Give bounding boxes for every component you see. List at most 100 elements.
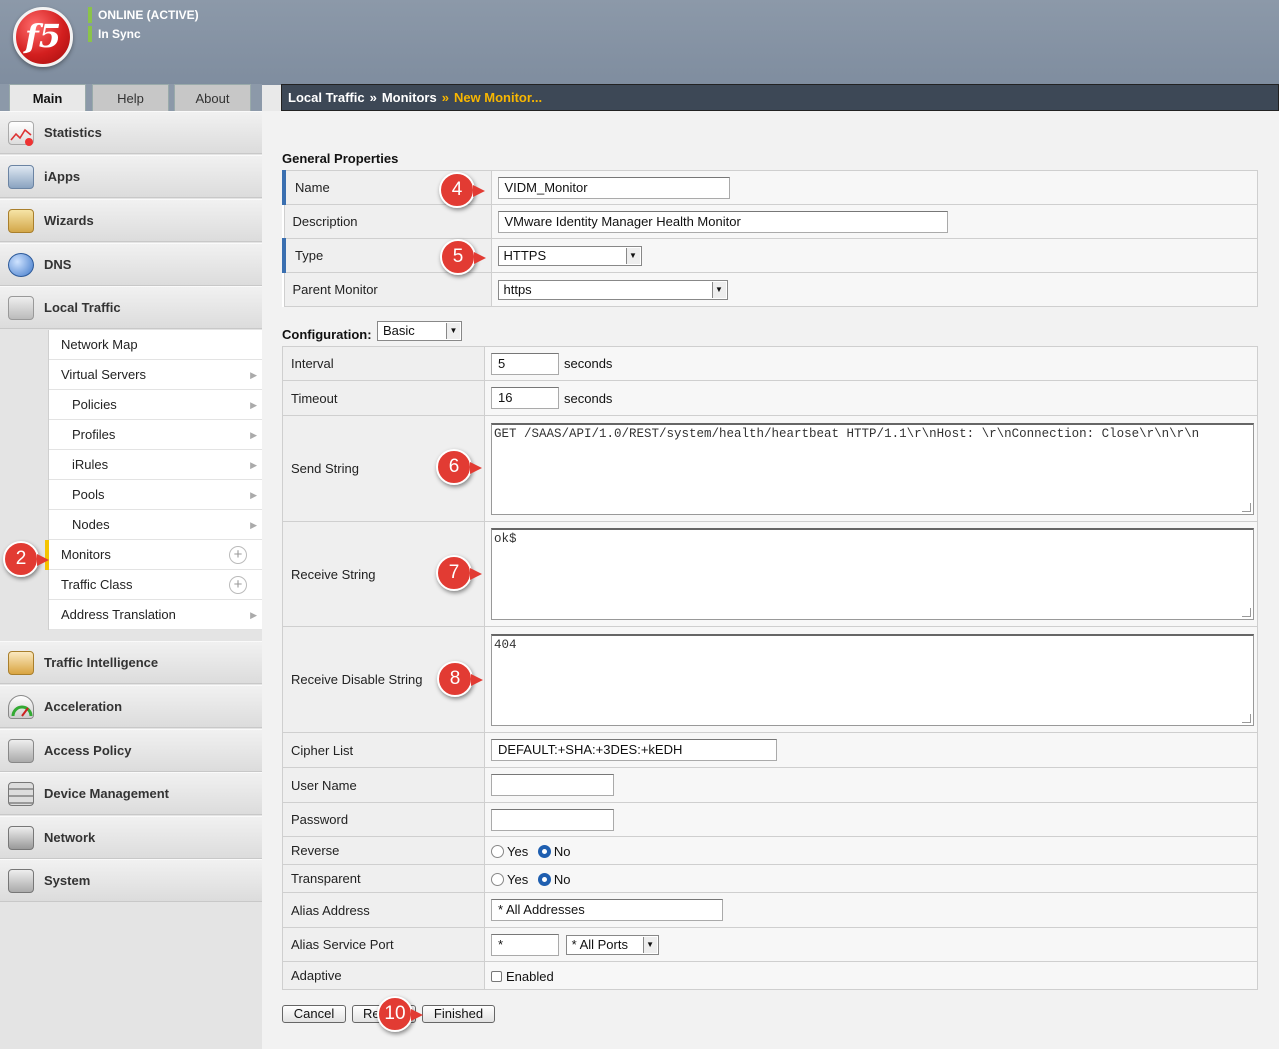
alias-port-input[interactable]: * [491,933,559,956]
username-input[interactable] [491,774,614,796]
type-select[interactable]: HTTPS ▼ [497,245,642,266]
cancel-button[interactable]: Cancel [282,1005,346,1023]
sidebar-item-acceleration[interactable]: Acceleration [0,685,262,728]
sidebar: Statistics iApps Wizards DNS Local Traff… [0,111,263,1049]
sidebar-item-system[interactable]: System [0,859,262,902]
sidebar-item-access-policy[interactable]: Access Policy [0,729,262,772]
callout-marker: 5 [440,239,486,275]
parent-monitor-label: Parent Monitor [283,272,492,307]
configuration-title: Configuration: [282,327,372,342]
configuration-table: Interval 5 seconds Timeout 16 seconds Send… [282,346,1258,990]
timeout-input[interactable]: 16 [491,387,559,409]
breadcrumb-local-traffic[interactable]: Local Traffic [288,90,365,105]
dns-globe-icon [8,253,34,277]
chevron-right-icon: ▶ [250,610,257,620]
interval-input[interactable]: 5 [491,352,559,375]
f5-logo: f5 [13,7,73,67]
traffic-intelligence-icon [8,651,34,675]
callout-marker: 8 [437,661,483,697]
interval-unit: seconds [564,356,613,371]
reverse-no-radio[interactable] [537,844,551,858]
submenu-policies[interactable]: Policies ▶ [49,390,263,420]
sidebar-item-wizards[interactable]: Wizards [0,199,262,242]
finished-button[interactable]: Finished [422,1005,495,1023]
configuration-mode-select[interactable]: Basic ▼ [377,321,462,341]
sidebar-item-dns[interactable]: DNS [0,243,262,286]
status-online: ONLINE (ACTIVE) [88,7,199,23]
cipher-list-input[interactable]: DEFAULT:+SHA:+3DES:+kEDH [491,739,777,761]
callout-marker: 10 [377,996,423,1032]
breadcrumb-current: New Monitor... [453,90,543,105]
interval-label: Interval [282,346,485,381]
timeout-label: Timeout [282,380,485,416]
alias-service-port-label: Alias Service Port [282,927,485,962]
chevron-down-icon: ▼ [642,936,657,953]
chevron-right-icon: ▶ [250,430,257,440]
system-icon [8,869,34,893]
transparent-no-radio[interactable] [537,872,551,886]
callout-marker: 2 [3,541,49,577]
username-label: User Name [282,767,485,803]
chevron-right-icon: ▶ [250,400,257,410]
main-content: General Properties Name VIDM_Monitor Des… [262,111,1279,1049]
top-banner: f5 ONLINE (ACTIVE) In Sync [0,0,1279,85]
statistics-icon [8,121,34,146]
timeout-unit: seconds [564,390,613,406]
local-traffic-submenu: Network Map Virtual Servers ▶ Policies ▶ P… [45,330,263,630]
submenu-virtual-servers[interactable]: Virtual Servers ▶ [49,360,263,390]
submenu-pools[interactable]: Pools ▶ [49,480,263,510]
description-input[interactable]: VMware Identity Manager Health Monitor [497,210,948,233]
chevron-right-icon: ▶ [250,490,257,500]
password-label: Password [282,802,485,837]
iapps-icon [8,165,34,189]
sidebar-item-network[interactable]: Network [0,816,262,859]
submenu-irules[interactable]: iRules ▶ [49,450,263,480]
chevron-right-icon: ▶ [250,370,257,380]
breadcrumb-monitors[interactable]: Monitors [382,90,437,105]
plus-circle-icon[interactable]: + [229,546,247,564]
sidebar-item-statistics[interactable]: Statistics [0,111,262,154]
alias-port-select[interactable]: * All Ports ▼ [565,934,659,955]
parent-monitor-select[interactable]: https ▼ [497,279,728,300]
submenu-traffic-class[interactable]: Traffic Class + [49,570,263,600]
tab-help[interactable]: Help [92,84,169,111]
main-tabs: Main Help About [0,84,262,111]
receive-string-textarea[interactable]: ok$ [491,528,1254,620]
sidebar-item-traffic-intelligence[interactable]: Traffic Intelligence [0,641,262,684]
receive-disable-string-textarea[interactable]: 404 [491,633,1254,726]
callout-marker: 7 [436,555,482,591]
access-policy-icon [8,739,34,763]
general-properties-table: Name VIDM_Monitor Description VMware Ide… [282,170,1258,307]
alias-address-input[interactable]: * All Addresses [491,899,723,921]
chevron-down-icon: ▼ [446,323,460,339]
sidebar-item-local-traffic[interactable]: Local Traffic [0,286,262,329]
submenu-network-map[interactable]: Network Map [49,330,263,360]
cipher-list-label: Cipher List [282,732,485,768]
submenu-monitors[interactable]: Monitors + [45,540,263,570]
general-properties-title: General Properties [282,151,399,166]
submenu-nodes[interactable]: Nodes ▶ [49,510,263,540]
send-string-textarea[interactable]: GET /SAAS/API/1.0/REST/system/health/hea… [491,422,1254,515]
chevron-right-icon: ▶ [250,460,257,470]
tab-about[interactable]: About [174,84,251,111]
transparent-yes-radio[interactable] [491,872,504,886]
submenu-profiles[interactable]: Profiles ▶ [49,420,263,450]
breadcrumb: Local Traffic» Monitors» New Monitor... [281,84,1279,111]
sidebar-item-iapps[interactable]: iApps [0,155,262,198]
reverse-yes-radio[interactable] [491,844,504,858]
submenu-address-translation[interactable]: Address Translation ▶ [49,600,263,630]
tab-main[interactable]: Main [9,84,86,111]
adaptive-checkbox[interactable] [491,970,502,982]
chevron-down-icon: ▼ [625,247,640,264]
device-management-icon [8,782,34,806]
status-sync: In Sync [88,26,141,42]
transparent-label: Transparent [282,864,485,893]
chevron-right-icon: ▶ [250,520,257,530]
alias-address-label: Alias Address [282,892,485,928]
sidebar-item-device-management[interactable]: Device Management [0,772,262,815]
password-input[interactable] [491,808,614,831]
plus-circle-icon[interactable]: + [229,576,247,594]
name-input[interactable]: VIDM_Monitor [497,176,730,199]
wizards-icon [8,209,34,233]
adaptive-label: Adaptive [282,961,485,990]
